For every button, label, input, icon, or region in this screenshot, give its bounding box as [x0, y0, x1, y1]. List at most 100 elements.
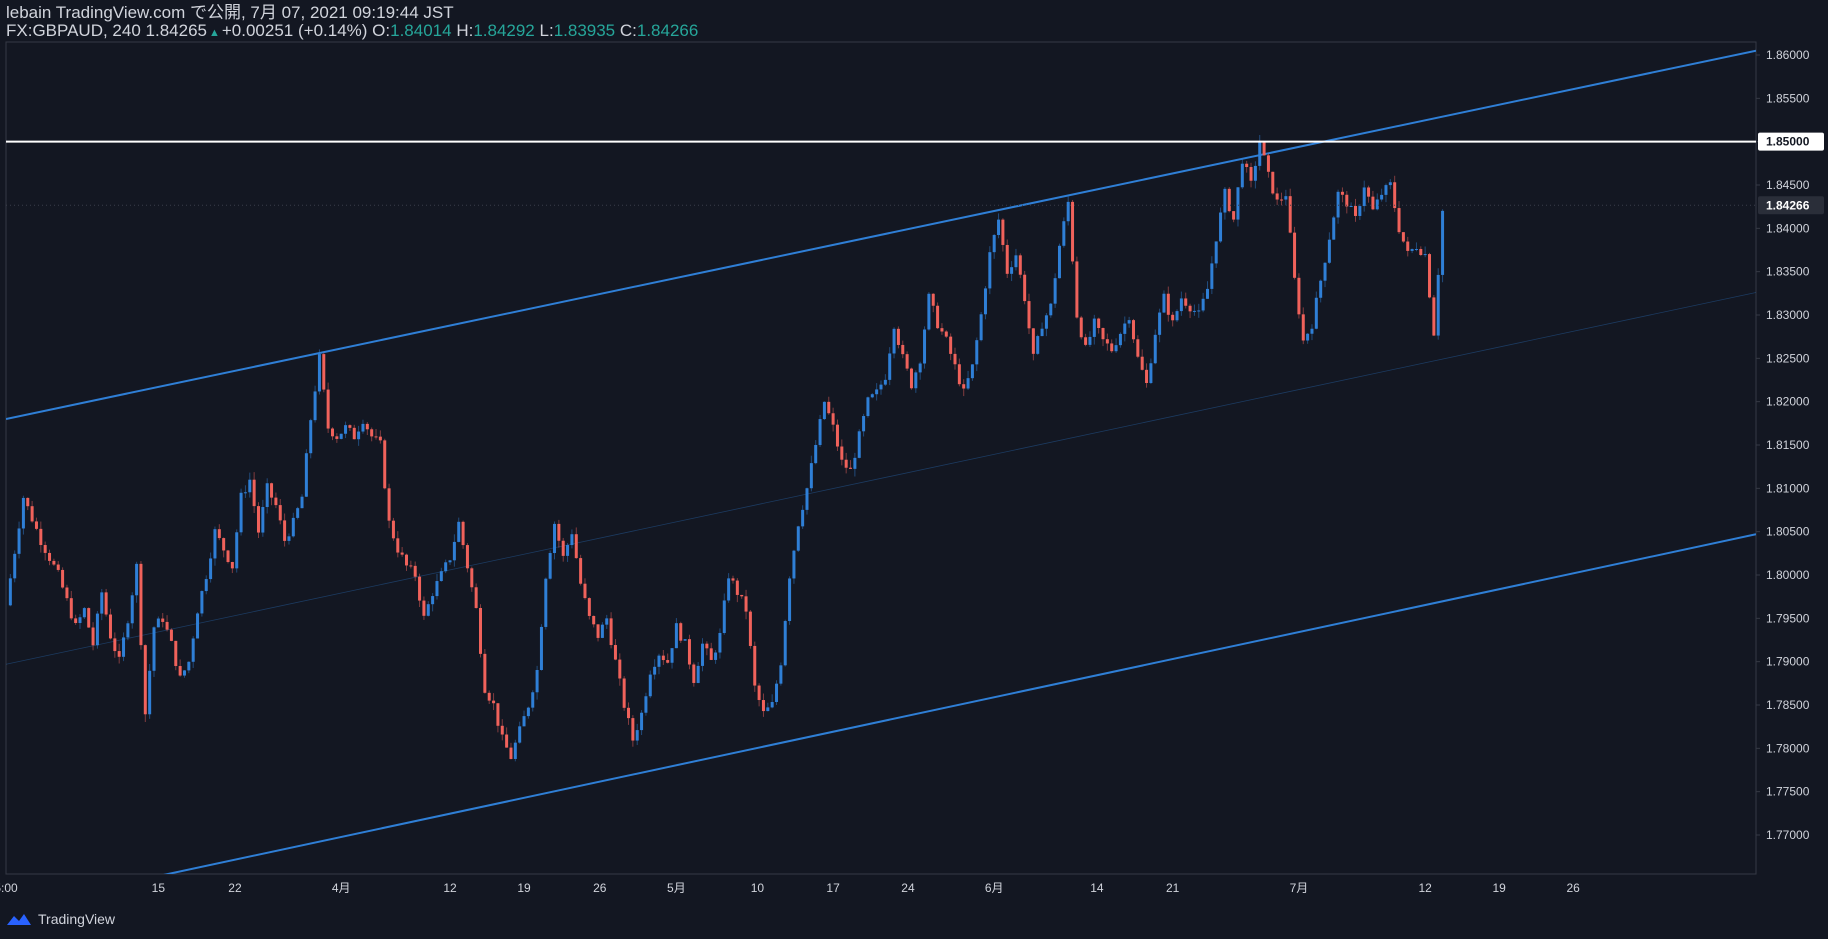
parallel-channel[interactable] — [6, 49, 1756, 909]
candle-body — [1044, 315, 1048, 329]
candle-body — [1223, 188, 1227, 213]
candle-body — [1136, 339, 1140, 357]
candle-body — [583, 583, 587, 599]
candle-body — [862, 416, 866, 432]
horizontal-line[interactable] — [6, 140, 1756, 206]
candle-body — [1327, 239, 1331, 263]
candle-body — [722, 600, 726, 633]
channel-middle-line — [6, 292, 1756, 665]
tradingview-logo-icon — [7, 914, 31, 925]
candle-body — [1018, 255, 1022, 275]
candle-body — [1367, 187, 1371, 197]
candle-body — [844, 459, 848, 468]
candle-body — [949, 336, 953, 354]
candle-body — [95, 613, 99, 646]
candle-body — [522, 716, 526, 727]
candle-body — [104, 592, 108, 615]
candle-body — [148, 670, 152, 715]
candle-body — [814, 444, 818, 464]
candle-body — [983, 288, 987, 315]
candle-body — [1097, 318, 1101, 329]
time-tick-label: 14 — [1090, 881, 1104, 895]
candle-body — [1123, 323, 1127, 334]
candle-body — [122, 637, 126, 657]
price-chart[interactable]: 1.86000 1.85500 1.85000 1.84500 1.84000 1.835… — [0, 0, 1828, 939]
candle-body — [391, 520, 395, 539]
candle-body — [143, 645, 147, 715]
candle-body — [1284, 196, 1288, 200]
candle-body — [1245, 163, 1249, 168]
candle-body — [156, 618, 160, 628]
candle-body — [705, 643, 709, 649]
candle-body — [1162, 293, 1166, 313]
candle-body — [909, 368, 913, 389]
candle-body — [1253, 165, 1257, 181]
candle-body — [13, 553, 17, 579]
time-tick-label: 26 — [593, 881, 607, 895]
candle-body — [191, 638, 195, 662]
candle-body — [1010, 267, 1014, 274]
candle-body — [126, 623, 130, 638]
candle-body — [74, 618, 78, 624]
candle-body — [1179, 298, 1183, 312]
candle-body — [291, 517, 295, 537]
candle-body — [627, 707, 631, 719]
candle-body — [687, 639, 691, 665]
candle-body — [274, 497, 278, 506]
candle-body — [1428, 254, 1432, 298]
candle-body — [975, 340, 979, 365]
candle-body — [757, 685, 761, 701]
time-tick-label: 21 — [1166, 881, 1180, 895]
candle-body — [1419, 248, 1423, 255]
candle-body — [387, 488, 391, 521]
candle-body — [339, 433, 343, 439]
candle-body — [509, 747, 513, 759]
candle-body — [304, 453, 308, 497]
candle-body — [300, 496, 304, 509]
candle-body — [644, 696, 648, 713]
candle-body — [1349, 205, 1353, 207]
candle-body — [714, 652, 718, 660]
candle-body — [792, 550, 796, 579]
price-tick-label: 1.83000 — [1766, 308, 1810, 322]
candle-body — [1175, 311, 1179, 321]
candle-body — [1340, 191, 1344, 195]
candle-body — [735, 580, 739, 595]
candle-body — [753, 645, 757, 686]
candle-body — [835, 424, 839, 447]
candle-body — [17, 528, 21, 554]
candle-body — [1197, 310, 1201, 312]
time-tick-label: 19 — [1492, 881, 1506, 895]
candle-body — [48, 552, 52, 561]
candle-body — [261, 507, 265, 533]
candle-body — [761, 700, 765, 712]
candle-body — [896, 328, 900, 345]
candle-body — [169, 629, 173, 641]
candle-body — [696, 665, 700, 683]
candle-body — [779, 665, 783, 684]
candle-body — [217, 529, 221, 539]
candle-body — [936, 305, 940, 329]
candle-body — [1084, 337, 1088, 345]
candle-body — [230, 562, 234, 569]
candle-body — [1275, 193, 1279, 200]
candle-body — [857, 431, 861, 458]
candle-body — [1310, 328, 1314, 334]
candle-body — [1188, 305, 1192, 312]
candle-body — [535, 669, 539, 693]
candle-body — [1001, 219, 1005, 245]
candle-body — [1293, 232, 1297, 278]
candle-body — [548, 553, 552, 579]
candle-body — [701, 643, 705, 666]
time-axis[interactable]: 5:00 15 22 4月 12 19 26 5月 10 17 24 6月 14 21 7月 12 19 26 — [0, 881, 1580, 895]
price-tag-label: 1.85000 — [1766, 135, 1810, 149]
candle-body — [557, 523, 561, 541]
candle-body — [679, 623, 683, 641]
candle-body — [796, 526, 800, 551]
time-tick-label: 24 — [901, 881, 915, 895]
candle-body — [87, 608, 91, 628]
candle-body — [1053, 278, 1057, 304]
price-axis[interactable]: 1.86000 1.85500 1.85000 1.84500 1.84000 1.835… — [1756, 48, 1824, 842]
candle-body — [914, 372, 918, 389]
candle-body — [457, 521, 461, 542]
